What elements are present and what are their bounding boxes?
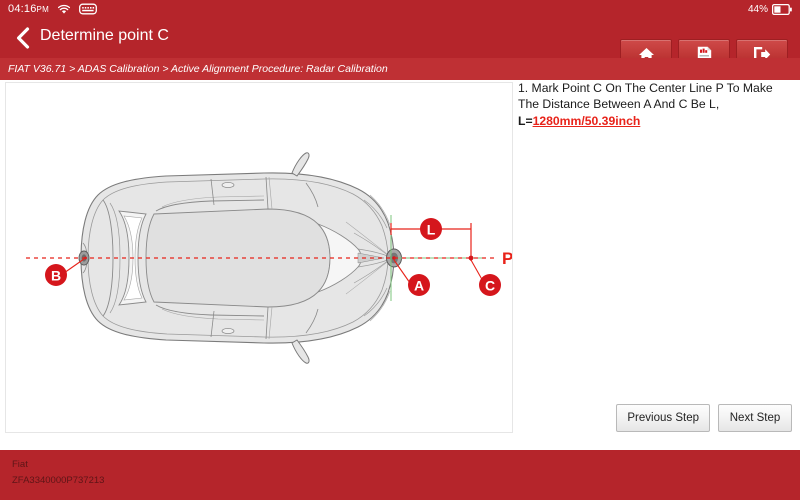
- instruction-text: 1. Mark Point C On The Center Line P To …: [518, 80, 794, 129]
- battery-icon: [772, 3, 792, 15]
- marker-b-label: B: [51, 268, 61, 284]
- status-time: 04:16PM: [8, 3, 49, 15]
- marker-l-label: L: [427, 222, 436, 238]
- instruction-value-line: L=1280mm/50.39inch: [518, 113, 794, 129]
- point-c-dot: [468, 255, 474, 261]
- instruction-value-label: L=: [518, 114, 533, 128]
- next-step-button[interactable]: Next Step: [718, 404, 792, 432]
- app-root: 04:16PM 44% Determine point C FIAT V36.7…: [0, 0, 800, 500]
- back-button[interactable]: [10, 24, 36, 52]
- instruction-value: 1280mm/50.39inch: [532, 114, 641, 128]
- marker-b: B: [45, 264, 67, 286]
- chevron-left-icon: [15, 27, 31, 49]
- vehicle-vin: ZFA3340000P737213: [12, 475, 105, 486]
- marker-a-label: A: [414, 278, 424, 294]
- app-header: Determine point C: [0, 18, 800, 70]
- breadcrumb: FIAT V36.71 > ADAS Calibration > Active …: [0, 58, 800, 80]
- marker-a: A: [408, 274, 430, 296]
- leader-line-a: [393, 259, 411, 284]
- status-bar-left: 04:16PM: [8, 0, 97, 18]
- vehicle-make: Fiat: [12, 459, 28, 470]
- instruction-panel: 1. Mark Point C On The Center Line P To …: [518, 80, 796, 450]
- wifi-icon: [57, 4, 71, 15]
- status-time-ampm: PM: [36, 5, 49, 14]
- step-buttons: Previous Step Next Step: [616, 404, 792, 432]
- instruction-line-1: 1. Mark Point C On The Center Line P To …: [518, 81, 773, 111]
- battery-percent: 44%: [747, 3, 768, 15]
- status-bar-right: 44%: [748, 0, 792, 18]
- status-time-value: 04:16: [8, 3, 37, 15]
- marker-l: L: [420, 218, 442, 240]
- marker-c-label: C: [485, 278, 495, 294]
- status-bar: 04:16PM 44%: [0, 0, 800, 18]
- calibration-diagram: L A B C P: [26, 152, 512, 364]
- marker-p-label: P: [502, 249, 512, 268]
- marker-c: C: [479, 274, 501, 296]
- vehicle-info-footer: Fiat ZFA3340000P737213: [0, 450, 800, 500]
- diagram-panel: L A B C P: [5, 82, 513, 433]
- page-title: Determine point C: [40, 27, 169, 44]
- breadcrumb-text: FIAT V36.71 > ADAS Calibration > Active …: [8, 63, 388, 75]
- vpn-key-icon: [78, 3, 97, 15]
- main-content: L A B C P 1. Mark Point C On: [0, 80, 800, 450]
- previous-step-button[interactable]: Previous Step: [616, 404, 710, 432]
